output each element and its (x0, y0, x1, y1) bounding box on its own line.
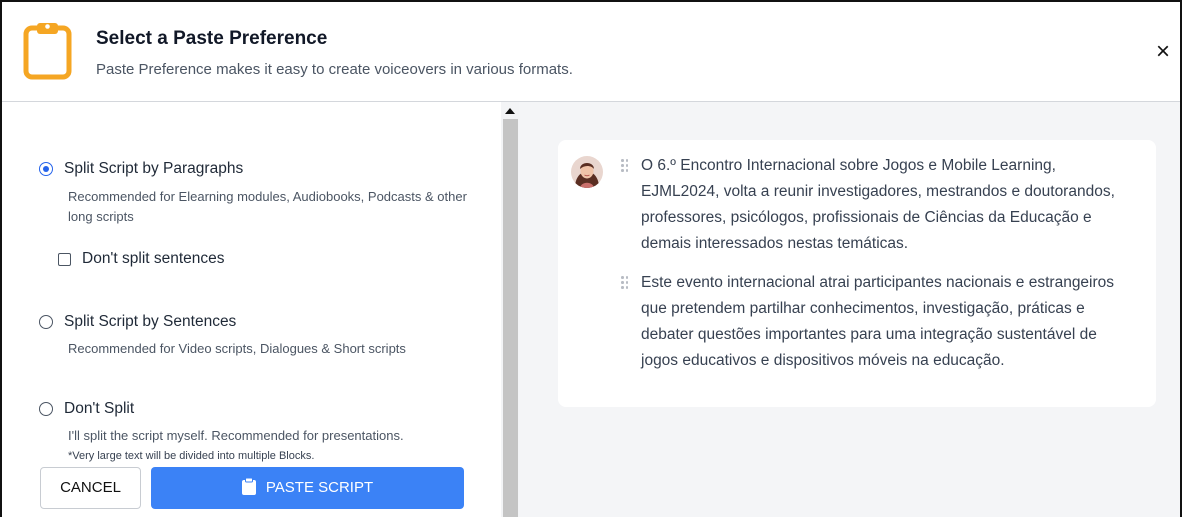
paste-script-label: PASTE SCRIPT (265, 479, 374, 496)
radio-dont-split[interactable] (39, 402, 53, 416)
drag-handle-icon[interactable] (621, 276, 629, 290)
radio-split-by-sentences[interactable] (39, 315, 53, 329)
avatar[interactable] (571, 156, 603, 188)
dialog-title: Select a Paste Preference (96, 28, 328, 49)
checkbox-dont-split-sentences[interactable] (58, 253, 71, 266)
option-label: Split Script by Sentences (64, 313, 237, 330)
option-description: Recommended for Elearning modules, Audio… (68, 189, 467, 224)
option-label: Split Script by Paragraphs (64, 160, 244, 177)
scrollbar-thumb[interactable] (503, 119, 518, 517)
clipboard-icon (241, 478, 256, 495)
option-label: Don't Split (64, 400, 135, 417)
dialog-header: Select a Paste Preference Paste Preferen… (2, 2, 1180, 102)
option-note: *Very large text will be divided into mu… (68, 450, 315, 462)
paste-script-button[interactable]: PASTE SCRIPT (151, 467, 464, 509)
clipboard-icon (23, 23, 72, 80)
drag-handle-icon[interactable] (621, 159, 629, 173)
close-icon[interactable]: × (1152, 40, 1174, 66)
cancel-button[interactable]: CANCEL (40, 467, 141, 509)
scroll-up-arrow-icon[interactable] (505, 108, 515, 114)
radio-split-by-paragraphs[interactable] (39, 162, 53, 176)
option-description: Recommended for Video scripts, Dialogues… (68, 341, 406, 356)
voice-avatar-icon (571, 156, 603, 188)
dialog-subtitle: Paste Preference makes it easy to create… (96, 61, 573, 78)
script-paragraph[interactable]: Este evento internacional atrai particip… (641, 270, 1131, 374)
paste-preference-dialog: Select a Paste Preference Paste Preferen… (0, 0, 1182, 517)
script-paragraph[interactable]: O 6.º Encontro Internacional sobre Jogos… (641, 153, 1131, 257)
checkbox-label: Don't split sentences (82, 250, 225, 267)
option-description: I'll split the script myself. Recommende… (68, 428, 404, 443)
